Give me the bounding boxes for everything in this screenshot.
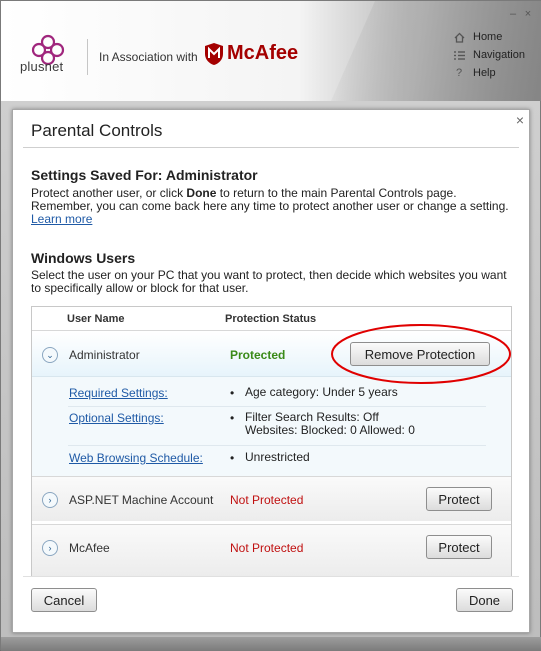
expand-chevron-icon[interactable]: › <box>42 492 58 508</box>
close-window-button[interactable]: × <box>523 9 533 20</box>
web-browsing-schedule-link[interactable]: Web Browsing Schedule: <box>69 451 203 465</box>
saved-text-1: Protect another user, or click <box>31 186 187 200</box>
user-row-mcafee[interactable]: › McAfee Not Protected Protect <box>32 524 511 577</box>
app-window: plusnet In Association with McAfee – × H… <box>0 0 541 651</box>
optional-settings-value: Filter Search Results: Off Websites: Blo… <box>230 411 415 437</box>
users-heading: Windows Users <box>31 250 136 266</box>
user-name: Administrator <box>69 348 140 362</box>
saved-heading: Settings Saved For: Administrator <box>31 167 258 183</box>
partner-brand: McAfee <box>227 42 299 64</box>
required-settings-link[interactable]: Required Settings: <box>69 386 168 400</box>
web-browsing-schedule-text: Unrestricted <box>245 450 310 464</box>
detail-divider <box>68 445 486 446</box>
saved-description: Protect another user, or click Done to r… <box>31 187 511 226</box>
nav-help[interactable]: ? Help <box>453 64 525 82</box>
nav-navigation-label: Navigation <box>473 49 525 61</box>
list-icon <box>453 49 465 61</box>
home-icon <box>453 31 465 43</box>
detail-divider <box>68 406 486 407</box>
nav-help-label: Help <box>473 67 496 79</box>
column-user-name: User Name <box>67 313 125 325</box>
highlight-annotation-ellipse <box>331 324 511 384</box>
protection-status: Protected <box>230 348 286 362</box>
required-settings-value: Age category: Under 5 years <box>230 385 398 401</box>
done-button[interactable]: Done <box>456 588 513 612</box>
protection-status: Not Protected <box>230 493 304 507</box>
collapse-chevron-icon[interactable]: ⌄ <box>42 347 58 363</box>
protection-status: Not Protected <box>230 541 304 555</box>
required-settings-text: Age category: Under 5 years <box>245 385 398 399</box>
top-navigation: Home Navigation ? Help <box>453 28 525 82</box>
minimize-button[interactable]: – <box>508 9 518 20</box>
user-name: ASP.NET Machine Account <box>69 493 214 507</box>
mcafee-shield-icon <box>205 43 223 65</box>
user-name: McAfee <box>69 541 110 555</box>
optional-settings-link[interactable]: Optional Settings: <box>69 411 164 425</box>
dialog-close-icon[interactable]: × <box>516 112 524 128</box>
cancel-button[interactable]: Cancel <box>31 588 97 612</box>
user-row-aspnet[interactable]: › ASP.NET Machine Account Not Protected … <box>32 476 511 521</box>
learn-more-link[interactable]: Learn more <box>31 212 92 226</box>
divider <box>23 147 519 148</box>
nav-home-label: Home <box>473 31 503 43</box>
saved-text-bold: Done <box>186 186 217 200</box>
parental-controls-dialog: × Parental Controls Settings Saved For: … <box>12 109 530 633</box>
association-text: In Association with <box>99 50 198 64</box>
protect-button[interactable]: Protect <box>426 487 492 511</box>
user-details-panel: Required Settings: Age category: Under 5… <box>32 377 511 476</box>
divider <box>23 576 519 577</box>
optional-settings-text-2: Websites: Blocked: 0 Allowed: 0 <box>245 423 415 437</box>
window-controls: – × <box>508 9 533 20</box>
brand-name: plusnet <box>20 59 64 74</box>
nav-navigation[interactable]: Navigation <box>453 46 525 64</box>
column-protection-status: Protection Status <box>225 313 317 325</box>
nav-home[interactable]: Home <box>453 28 525 46</box>
users-description: Select the user on your PC that you want… <box>31 268 507 295</box>
expand-chevron-icon[interactable]: › <box>42 540 58 556</box>
header-divider <box>87 39 88 75</box>
protect-button[interactable]: Protect <box>426 535 492 559</box>
web-browsing-schedule-value: Unrestricted <box>230 450 310 466</box>
status-bar <box>1 637 541 651</box>
dialog-title: Parental Controls <box>31 121 163 140</box>
question-icon: ? <box>455 67 463 79</box>
